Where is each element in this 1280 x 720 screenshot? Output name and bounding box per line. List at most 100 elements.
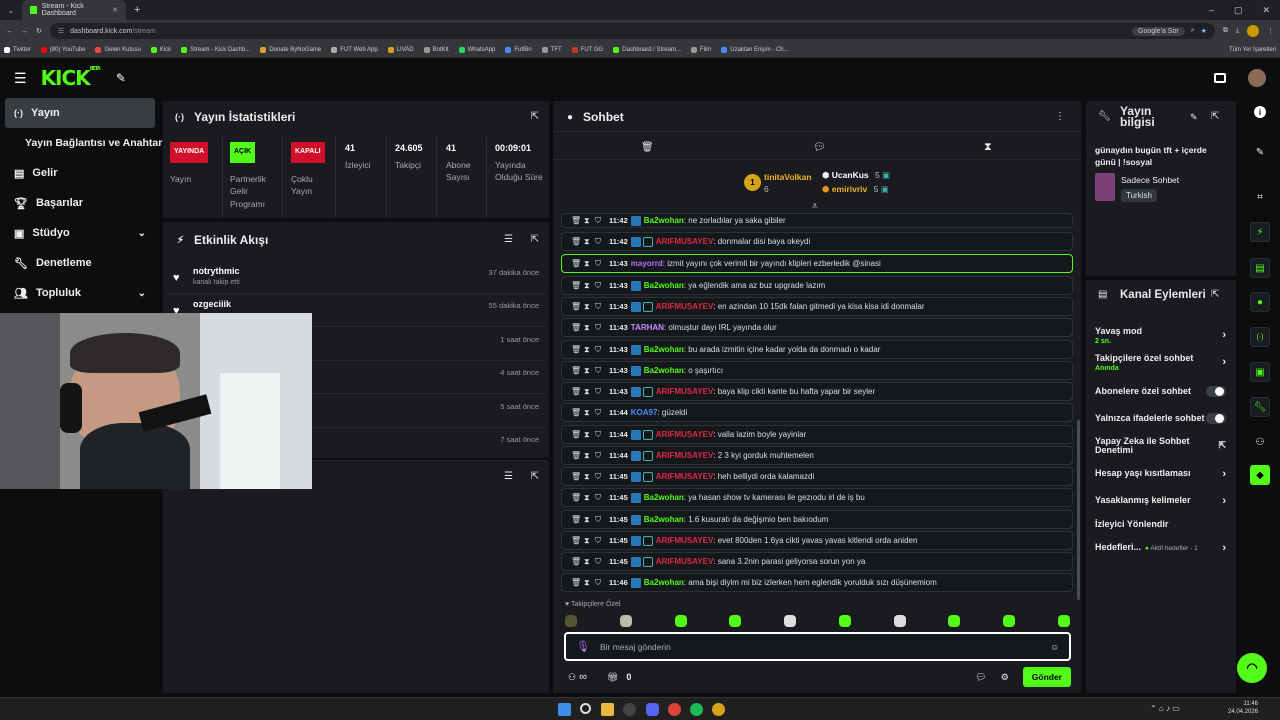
emote-icon[interactable] bbox=[565, 615, 577, 627]
site-info-icon[interactable]: ☰ bbox=[58, 27, 64, 35]
hourglass-icon[interactable]: ⧗ bbox=[584, 536, 592, 546]
message-user[interactable]: KOA97 bbox=[631, 408, 658, 417]
message-user[interactable]: Ba2wohan bbox=[644, 345, 684, 354]
chat-message[interactable]: 🗑︎ ⧗ ⛉ 11:44 ARIFMUSAYEV: 2 3 kyi gorduk muh… bbox=[561, 446, 1073, 465]
url-field[interactable]: ☰ dashboard.kick.com/stream Google'a Sor… bbox=[49, 23, 1215, 39]
chat-bubble-icon[interactable]: 💬︎ bbox=[813, 142, 826, 153]
community-icon[interactable]: ⚇ bbox=[1250, 432, 1270, 452]
ban-icon[interactable]: ⛉ bbox=[595, 302, 603, 312]
hourglass-icon[interactable]: ⧗ bbox=[584, 216, 592, 226]
chat-message[interactable]: 🗑︎ ⧗ ⛉ 11:43 ARIFMUSAYEV: en azindan 10 15dk… bbox=[561, 297, 1073, 316]
hourglass-icon[interactable]: ⧗ bbox=[584, 472, 592, 482]
emote-icon[interactable] bbox=[838, 615, 851, 627]
sidebar-item-moderation[interactable]: 🔧︎ Denetleme bbox=[0, 248, 160, 278]
bookmark-item[interactable]: Stream - Kick Dashb... bbox=[181, 46, 250, 53]
trash-icon[interactable]: 🗑︎ bbox=[571, 387, 581, 396]
sidebar-item-stream[interactable]: (·) Yayın bbox=[5, 98, 155, 128]
sidebar-item-achievements[interactable]: 🏆︎ Başarılar bbox=[0, 188, 160, 218]
trash-icon[interactable]: 🗑︎ bbox=[571, 408, 581, 417]
ban-icon[interactable]: ⛉ bbox=[595, 451, 603, 461]
bookmark-item[interactable]: Donate ByNoGame bbox=[260, 46, 321, 53]
sidebar-item-community[interactable]: 👥︎ Topluluk ⌄ bbox=[0, 278, 160, 308]
message-user[interactable]: ARIFMUSAYEV bbox=[656, 302, 714, 311]
collapse-icon[interactable]: ⩡ bbox=[812, 201, 818, 212]
chat-message[interactable]: 🗑︎ ⧗ ⛉ 11:42 Ba2wohan: ne zorladılar ya saka… bbox=[561, 213, 1073, 228]
popout-icon[interactable]: ⇱ bbox=[531, 111, 539, 122]
search-icon[interactable] bbox=[580, 703, 591, 714]
gear-icon[interactable]: ⚙ bbox=[1001, 672, 1009, 683]
trash-icon[interactable]: 🗑︎ bbox=[571, 451, 581, 460]
channel-action-item[interactable]: Hesap yaşı kısıtlaması › bbox=[1095, 468, 1230, 480]
channel-action-item[interactable]: Abonelere özel sohbet bbox=[1095, 386, 1230, 397]
sidebar-item-studio[interactable]: ▣ Stüdyo ⌄ bbox=[0, 218, 160, 248]
chat-message[interactable]: 🗑︎ ⧗ ⛉ 11:45 ARIFMUSAYEV: sana 3.2nin parasi… bbox=[561, 552, 1073, 571]
bookmark-item[interactable]: BotKit bbox=[423, 46, 449, 53]
message-user[interactable]: Ba2wohan bbox=[644, 578, 684, 587]
chat-message[interactable]: 🗑︎ ⧗ ⛉ 11:44 ARIFMUSAYEV: valla lazim boyle … bbox=[561, 425, 1073, 444]
app-icon[interactable]: ◆ bbox=[1250, 465, 1270, 485]
all-bookmarks[interactable]: Tüm Yer İşaretleri bbox=[1229, 47, 1276, 53]
file-explorer-icon[interactable] bbox=[601, 703, 614, 716]
message-user[interactable]: ARIFMUSAYEV bbox=[656, 430, 714, 439]
bookmark-item[interactable]: Twitter bbox=[4, 46, 31, 53]
info-icon[interactable]: i bbox=[1254, 106, 1266, 118]
ban-icon[interactable]: ⛉ bbox=[595, 323, 603, 333]
app-icon[interactable] bbox=[712, 703, 725, 716]
bookmark-item[interactable]: Kick bbox=[150, 46, 171, 53]
downloads-icon[interactable]: ⤓ bbox=[1236, 27, 1239, 35]
message-user[interactable]: ARIFMUSAYEV bbox=[656, 472, 714, 481]
trash-icon[interactable]: 🗑︎ bbox=[571, 557, 581, 566]
filter-icon[interactable]: ☰ bbox=[504, 471, 513, 482]
edit-icon[interactable]: ✎ bbox=[1250, 142, 1270, 162]
popout-icon[interactable]: ⇱ bbox=[1211, 111, 1219, 122]
ban-icon[interactable]: ⛉ bbox=[595, 387, 603, 397]
trash-icon[interactable]: 🗑︎ bbox=[571, 345, 581, 354]
ban-icon[interactable]: ⛉ bbox=[595, 408, 603, 418]
chat-scrollbar[interactable] bbox=[1077, 420, 1080, 600]
bookmark-item[interactable]: FutBin bbox=[505, 46, 532, 53]
message-user[interactable]: Ba2wohan bbox=[644, 281, 684, 290]
notifications-icon[interactable] bbox=[1214, 73, 1226, 83]
trash-icon[interactable]: 🗑︎ bbox=[571, 237, 581, 246]
emote-icon[interactable] bbox=[893, 615, 906, 627]
ban-icon[interactable]: ⛉ bbox=[595, 557, 603, 567]
message-user[interactable]: mayorrd bbox=[631, 259, 663, 268]
bookmark-item[interactable]: LIVAD bbox=[387, 46, 414, 53]
emote-icon[interactable] bbox=[729, 615, 742, 627]
emote-icon[interactable] bbox=[1057, 615, 1070, 627]
edit-icon[interactable]: ✎ bbox=[1190, 112, 1198, 123]
browser-tab[interactable]: Stream - Kick Dashboard ✕ bbox=[22, 0, 126, 20]
ban-icon[interactable]: ⛉ bbox=[595, 430, 603, 440]
category-name[interactable]: Sadece Sohbet bbox=[1121, 175, 1179, 185]
trash-icon[interactable]: 🗑︎ bbox=[571, 430, 581, 439]
chat-settings-bubble-icon[interactable]: 💬︎ bbox=[975, 672, 986, 683]
channel-action-item[interactable]: Yasaklanmış kelimeler › bbox=[1095, 495, 1230, 507]
message-user[interactable]: ARIFMUSAYEV bbox=[656, 536, 714, 545]
chat-message[interactable]: 🗑︎ ⧗ ⛉ 11:42 ARIFMUSAYEV: donmalar disi baya… bbox=[561, 232, 1073, 251]
ban-icon[interactable]: ⛉ bbox=[595, 366, 603, 376]
hourglass-icon[interactable]: ⧗ bbox=[584, 493, 592, 503]
message-user[interactable]: Ba2wohan bbox=[644, 493, 684, 502]
trash-icon[interactable]: 🗑︎ bbox=[571, 515, 581, 524]
chat-message[interactable]: 🗑︎ ⧗ ⛉ 11:43 Ba2wohan: ya eğlendik ama az bu… bbox=[561, 276, 1073, 295]
spotify-icon[interactable] bbox=[690, 703, 703, 716]
chat-message[interactable]: 🗑︎ ⧗ ⛉ 11:43 TARHAN: olmuştur dayı IRL yayın… bbox=[561, 318, 1073, 337]
trash-icon[interactable]: 🗑︎ bbox=[571, 536, 581, 545]
bookmark-item[interactable]: FUT Web App bbox=[331, 46, 378, 53]
trash-icon[interactable]: 🗑︎ bbox=[571, 493, 581, 502]
ban-icon[interactable]: ⛉ bbox=[595, 281, 603, 291]
ban-icon[interactable]: ⛉ bbox=[595, 216, 603, 226]
emote-icon[interactable] bbox=[784, 615, 797, 627]
reload-icon[interactable]: ↻ bbox=[36, 27, 42, 35]
back-icon[interactable]: ← bbox=[6, 28, 13, 35]
hourglass-icon[interactable]: ⧗ bbox=[584, 557, 592, 567]
pin-icon[interactable]: ✎ bbox=[116, 71, 126, 85]
ban-icon[interactable]: ⛉ bbox=[595, 536, 603, 546]
bookmark-item[interactable]: Dashboard / Stream... bbox=[613, 46, 681, 53]
hourglass-icon[interactable]: ⧗ bbox=[584, 430, 592, 440]
tab-search-icon[interactable]: ⌄ bbox=[0, 6, 22, 15]
category-thumbnail[interactable] bbox=[1095, 173, 1115, 201]
message-user[interactable]: Ba2wohan bbox=[644, 515, 684, 524]
menu-icon[interactable]: ⋮ bbox=[1267, 27, 1274, 35]
hourglass-icon[interactable]: ⧗ bbox=[584, 302, 592, 312]
